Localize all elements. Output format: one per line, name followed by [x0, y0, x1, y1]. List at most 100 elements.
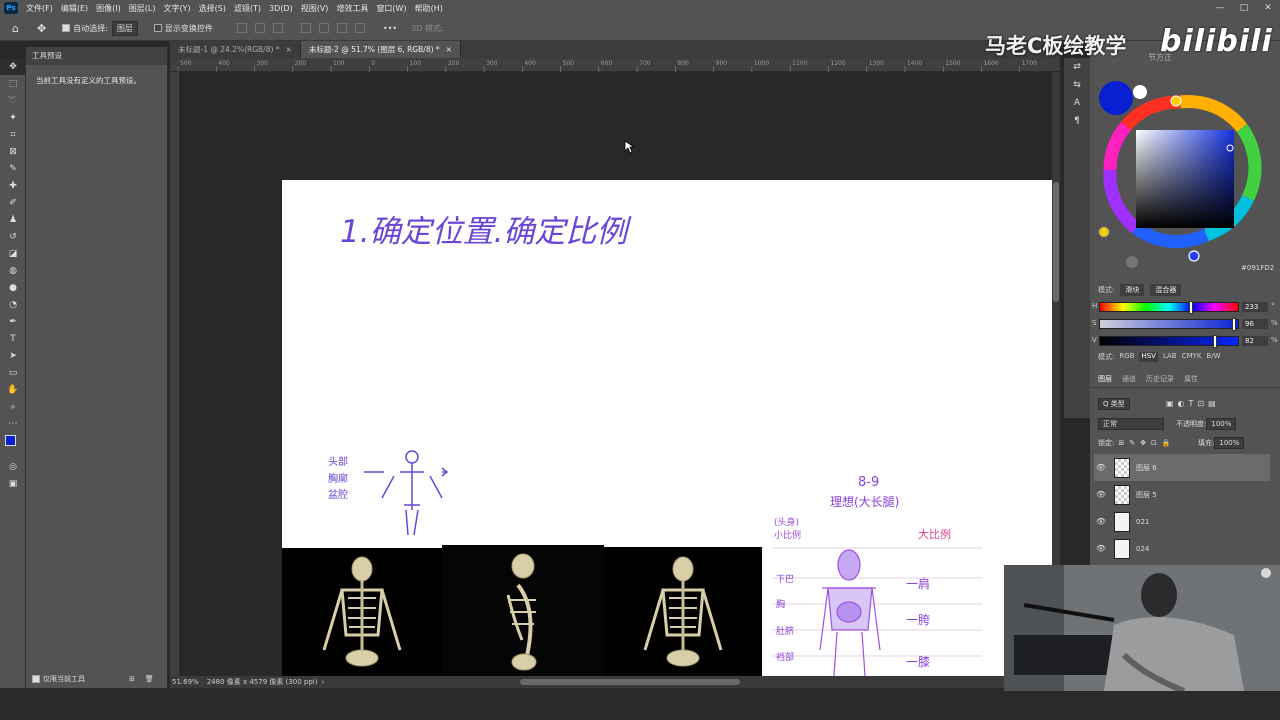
menu-plugins[interactable]: 增效工具 [332, 3, 372, 14]
layer-row[interactable]: 👁 024 [1094, 535, 1270, 562]
adjust-panel-icon[interactable]: ⇆ [1064, 80, 1090, 98]
clone-stamp-tool-icon[interactable]: ♟ [0, 211, 26, 228]
more-tools-icon[interactable]: ⋯ [0, 415, 26, 432]
tab-channels[interactable]: 通道 [1122, 374, 1136, 387]
home-icon[interactable]: ⌂ [12, 22, 19, 35]
v-value[interactable]: 82 [1242, 336, 1268, 346]
brush-tool-icon[interactable]: ✐ [0, 194, 26, 211]
show-transform-option[interactable]: 显示变换控件 [153, 23, 213, 34]
character-panel-icon[interactable]: A [1064, 98, 1090, 116]
opacity-input[interactable]: 100% [1206, 418, 1237, 430]
align-middle-icon[interactable] [318, 23, 329, 33]
tab-document-2[interactable]: 未标题-2 @ 51.7% (图层 6, RGB/8) * × [300, 41, 461, 58]
delete-preset-icon[interactable]: 🗑 [145, 675, 154, 683]
new-preset-icon[interactable]: ⊞ [129, 675, 135, 683]
document-canvas[interactable]: 1.确定位置.确定比例 头部 胸廓 盆腔 8-9 理想(大长腿) (头身) 小比… [282, 180, 1052, 676]
paint-bucket-tool-icon[interactable]: ◍ [0, 262, 26, 279]
hex-value[interactable]: #091FD2 [1241, 264, 1274, 272]
tab-history[interactable]: 历史记录 [1146, 374, 1174, 387]
layer-name[interactable]: 图层 6 [1136, 463, 1157, 473]
visibility-eye-icon[interactable]: 👁 [1094, 544, 1108, 553]
menu-filter[interactable]: 滤镜(T) [230, 3, 265, 14]
tab-layers[interactable]: 图层 [1098, 374, 1112, 387]
tab-properties[interactable]: 属性 [1184, 374, 1198, 387]
hand-tool-icon[interactable]: ✋ [0, 381, 26, 398]
align-left-icon[interactable] [236, 23, 247, 33]
value-slider[interactable] [1099, 335, 1239, 348]
model-lab[interactable]: LAB [1163, 352, 1177, 362]
horizontal-scroll-thumb[interactable] [520, 679, 740, 685]
paragraph-panel-icon[interactable]: ¶ [1064, 116, 1090, 134]
quick-mask-icon[interactable]: ◎ [0, 458, 26, 475]
visibility-eye-icon[interactable]: 👁 [1094, 517, 1108, 526]
align-bottom-icon[interactable] [336, 23, 347, 33]
visibility-eye-icon[interactable]: 👁 [1094, 463, 1108, 472]
marquee-tool-icon[interactable]: ⬚ [0, 75, 26, 92]
layer-row[interactable]: 👁 图层 5 [1094, 481, 1270, 508]
layer-filter-dropdown[interactable]: Q 类型 [1098, 398, 1130, 410]
model-bw[interactable]: B/W [1206, 352, 1220, 362]
close-button[interactable]: ✕ [1256, 0, 1280, 16]
menu-image[interactable]: 图像(I) [92, 3, 125, 14]
menu-type[interactable]: 文字(Y) [159, 3, 194, 14]
fill-input[interactable]: 100% [1214, 437, 1245, 449]
type-tool-icon[interactable]: T [0, 330, 26, 347]
auto-select-checkbox[interactable] [62, 24, 71, 32]
menu-window[interactable]: 窗口(W) [372, 3, 410, 14]
tab-document-1[interactable]: 未标题-1 @ 24.2%(RGB/8) * × [170, 41, 301, 58]
move-tool-icon[interactable]: ✥ [0, 58, 26, 75]
model-cmyk[interactable]: CMYK [1182, 352, 1202, 362]
history-panel-icon[interactable]: ⇄ [1064, 62, 1090, 80]
healing-brush-tool-icon[interactable]: ✚ [0, 177, 26, 194]
background-color-swatch[interactable] [1133, 85, 1147, 99]
hue-slider[interactable] [1099, 301, 1239, 314]
hue-marker[interactable] [1188, 250, 1200, 262]
layer-row[interactable]: 👁 图层 6 [1094, 454, 1270, 481]
close-icon[interactable]: × [286, 45, 292, 54]
magic-wand-tool-icon[interactable]: ✦ [0, 109, 26, 126]
layer-filter-icons[interactable]: ▣◐T⊡▤ [1166, 399, 1220, 408]
model-hsv[interactable]: HSV [1139, 352, 1158, 362]
history-brush-tool-icon[interactable]: ↺ [0, 228, 26, 245]
rectangle-tool-icon[interactable]: ▭ [0, 364, 26, 381]
h-value[interactable]: 233 [1242, 302, 1268, 312]
eraser-tool-icon[interactable]: ◪ [0, 245, 26, 262]
foreground-color-swatch[interactable] [5, 435, 16, 446]
color-swatches[interactable] [0, 432, 26, 458]
lasso-tool-icon[interactable]: ➰ [0, 92, 26, 109]
status-arrow-icon[interactable]: › [321, 678, 324, 686]
layer-filter[interactable]: Q 类型 [1098, 398, 1130, 410]
crop-tool-icon[interactable]: ⌗ [0, 126, 26, 143]
dodge-tool-icon[interactable]: ◔ [0, 296, 26, 313]
color-wheel[interactable] [1096, 80, 1276, 270]
saturation-slider[interactable] [1099, 318, 1239, 331]
value-knob[interactable] [1213, 335, 1218, 348]
mixer-mode-button[interactable]: 混合器 [1150, 284, 1182, 296]
layer-name[interactable]: 图层 5 [1136, 490, 1157, 500]
blend-mode[interactable]: 正常 [1098, 418, 1164, 430]
align-center-icon[interactable] [254, 23, 265, 33]
layer-name[interactable]: 024 [1136, 545, 1149, 553]
show-transform-checkbox[interactable] [153, 24, 162, 32]
pen-tool-icon[interactable]: ✒ [0, 313, 26, 330]
screen-mode-icon[interactable]: ▣ [0, 475, 26, 492]
foreground-color-swatch[interactable] [1099, 81, 1133, 115]
menu-edit[interactable]: 编辑(E) [57, 3, 92, 14]
wheel-play-icon[interactable] [1126, 256, 1138, 268]
menu-3d[interactable]: 3D(D) [265, 4, 297, 13]
menu-layer[interactable]: 图层(L) [125, 3, 160, 14]
saturation-knob[interactable] [1232, 318, 1237, 331]
align-top-icon[interactable] [300, 23, 311, 33]
more-options-button[interactable]: ••• [383, 24, 397, 33]
menu-select[interactable]: 选择(S) [195, 3, 230, 14]
model-rgb[interactable]: RGB [1119, 352, 1134, 362]
menu-file[interactable]: 文件(F) [22, 3, 57, 14]
current-tool-only-checkbox[interactable] [32, 675, 40, 683]
distribute-icon[interactable] [354, 23, 365, 33]
auto-select-dropdown[interactable]: 图层 [111, 20, 138, 36]
slider-mode-button[interactable]: 滑块 [1120, 284, 1145, 296]
zoom-level[interactable]: 51.69% [172, 678, 199, 686]
frame-tool-icon[interactable]: ⊠ [0, 143, 26, 160]
layer-name[interactable]: 021 [1136, 518, 1149, 526]
move-tool-icon[interactable]: ✥ [37, 22, 46, 35]
